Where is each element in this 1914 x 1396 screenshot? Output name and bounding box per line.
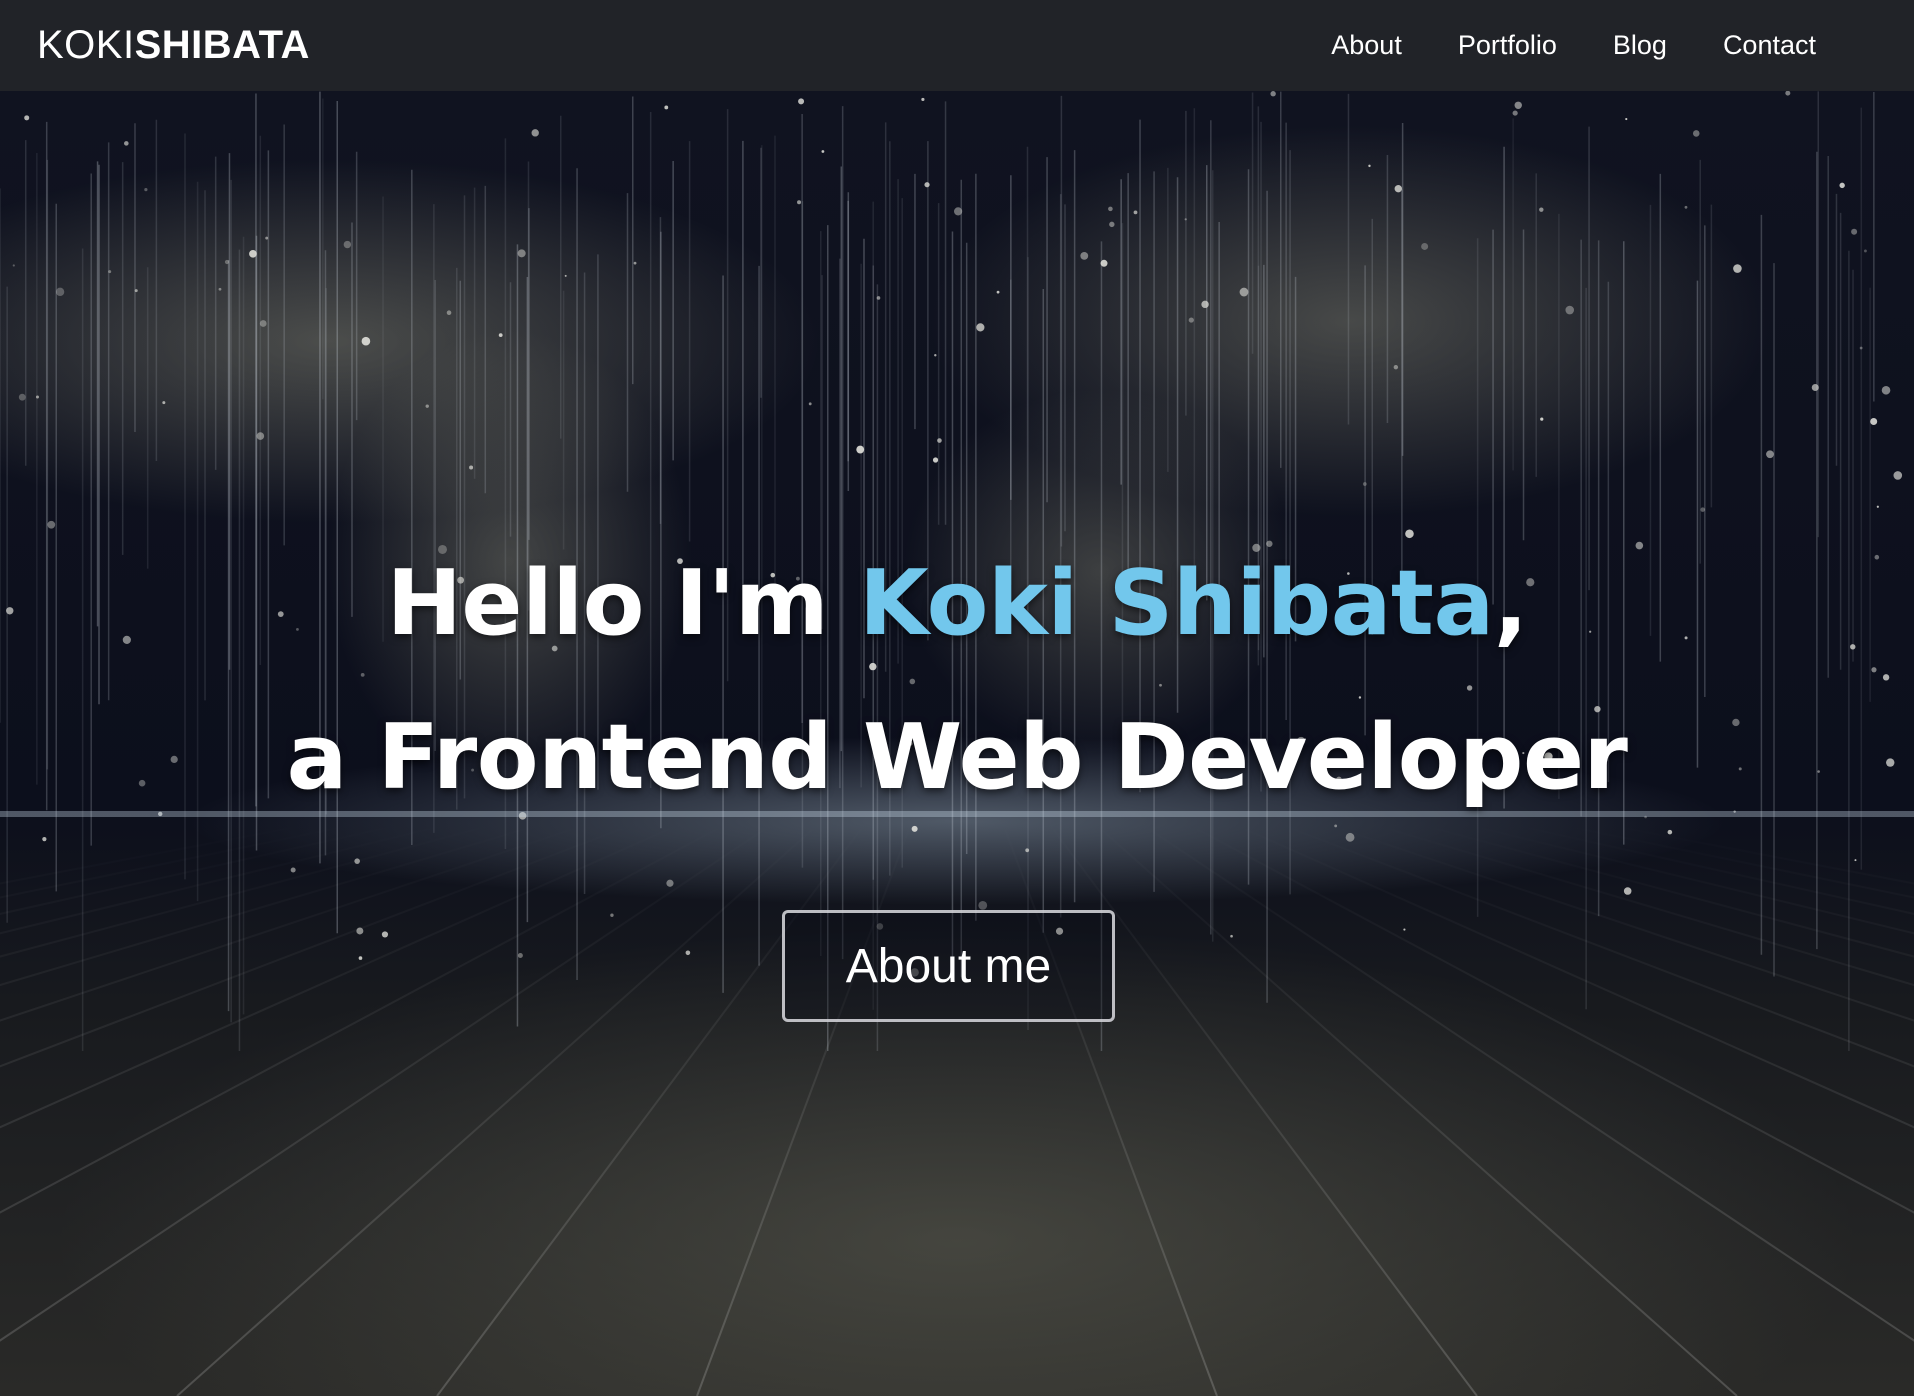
hero-section: Hello I'm Koki Shibata, a Frontend Web D… (0, 91, 1914, 1396)
main-nav: About Portfolio Blog Contact (1303, 0, 1844, 91)
nav-link-blog[interactable]: Blog (1585, 0, 1695, 91)
brand-first-name: KOKI (37, 23, 135, 67)
hero-content: Hello I'm Koki Shibata, a Frontend Web D… (0, 91, 1914, 1396)
hero-headline-line2: a Frontend Web Developer (286, 705, 1628, 810)
brand-last-name: SHIBATA (134, 23, 310, 67)
hero-name: Koki Shibata (859, 551, 1494, 656)
nav-link-contact[interactable]: Contact (1695, 0, 1844, 91)
nav-link-portfolio[interactable]: Portfolio (1430, 0, 1585, 91)
nav-links: About Portfolio Blog Contact (1303, 0, 1844, 91)
hero-greeting: Hello I'm (386, 551, 859, 656)
top-navbar: KOKI SHIBATA About Portfolio Blog Contact (0, 0, 1914, 91)
about-me-button[interactable]: About me (782, 910, 1115, 1022)
hero-headline-line1: Hello I'm Koki Shibata, (0, 559, 1914, 649)
nav-link-about[interactable]: About (1303, 0, 1430, 91)
brand-logo[interactable]: KOKI SHIBATA (37, 23, 310, 68)
hero-comma: , (1493, 551, 1528, 656)
